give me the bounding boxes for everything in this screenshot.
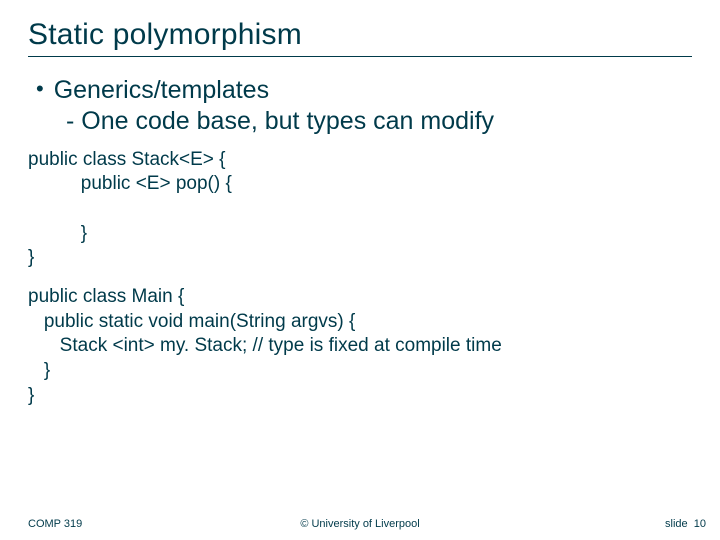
sub-bullet-item: - One code base, but types can modify: [66, 106, 692, 137]
footer-slide-label: slide: [665, 518, 688, 530]
code-line: Stack <int> my. Stack; // type is fixed …: [28, 335, 502, 356]
code-line: public static void main(String argvs) {: [28, 311, 355, 332]
footer-slide-number: slide 10: [665, 518, 706, 530]
code-line: public class Main {: [28, 286, 184, 307]
footer-course-code: COMP 319: [28, 518, 82, 530]
sub-bullet-text: One code base, but types can modify: [81, 107, 494, 135]
slide: Static polymorphism • Generics/templates…: [0, 0, 720, 540]
title-underline: [28, 56, 692, 57]
slide-title: Static polymorphism: [28, 18, 692, 52]
bullet-dot-icon: •: [36, 75, 44, 104]
bullet-item: • Generics/templates: [34, 75, 692, 106]
code-line: }: [28, 360, 50, 381]
bullet-text: Generics/templates: [54, 75, 269, 106]
code-block-main: public class Main { public static void m…: [28, 285, 692, 408]
code-line: }: [28, 385, 34, 406]
code-line: }: [28, 223, 87, 244]
footer: COMP 319 © University of Liverpool slide…: [0, 518, 720, 530]
sub-bullet-prefix: -: [66, 107, 81, 135]
code-block-stack: public class Stack<E> { public <E> pop()…: [28, 148, 692, 271]
footer-slide-num: 10: [694, 518, 706, 530]
footer-copyright: © University of Liverpool: [300, 518, 419, 530]
code-line: public class Stack<E> {: [28, 149, 226, 170]
bullet-list: • Generics/templates - One code base, bu…: [34, 75, 692, 138]
code-line: }: [28, 247, 34, 268]
code-line: public <E> pop() {: [28, 173, 232, 194]
